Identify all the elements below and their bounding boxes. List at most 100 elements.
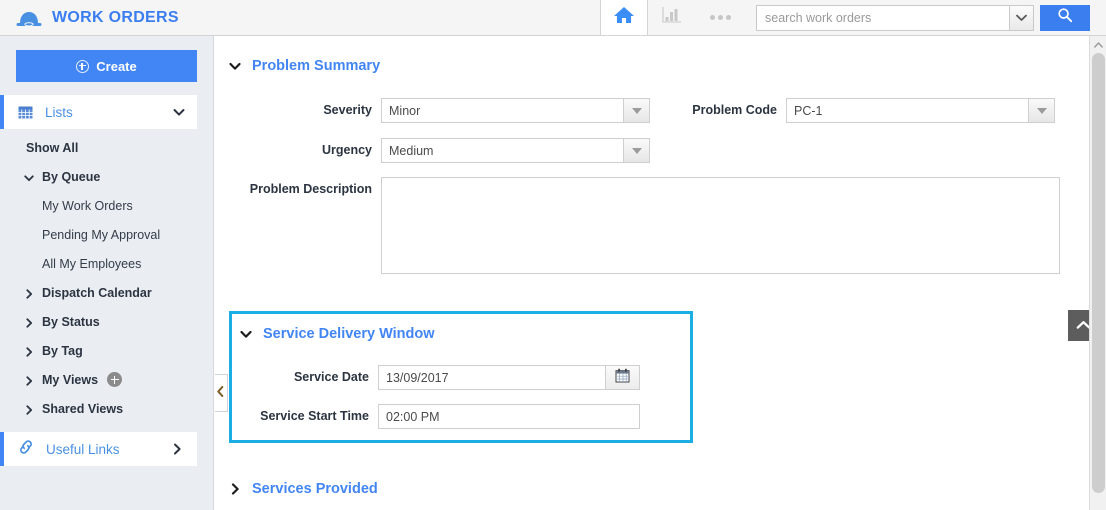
scrollbar-thumb[interactable] <box>1092 53 1105 493</box>
calendar-icon <box>615 368 630 388</box>
field-urgency: Urgency <box>229 138 650 163</box>
sidebar-item-useful-links-label: Useful Links <box>46 441 120 457</box>
chevron-left-icon <box>217 384 224 402</box>
more-dots-icon <box>709 15 731 20</box>
chevron-right-icon <box>24 288 34 299</box>
plus-circle-icon <box>76 59 90 73</box>
field-problem-description: Problem Description <box>229 177 1060 274</box>
problem-code-dropdown-button[interactable] <box>1029 98 1055 123</box>
chevron-right-icon <box>24 375 34 386</box>
search-icon <box>1057 7 1073 28</box>
problem-description-textarea[interactable] <box>381 177 1060 274</box>
sidebar-item-label: By Tag <box>42 343 83 358</box>
chevron-down-icon <box>229 60 241 72</box>
field-problem-code: Problem Code <box>677 98 1055 123</box>
bar-chart-icon <box>662 6 682 29</box>
sidebar-item-label: All My Employees <box>42 256 142 271</box>
brand: WORK ORDERS <box>0 0 179 36</box>
service-start-time-input[interactable] <box>378 404 640 429</box>
problem-code-control <box>786 98 1055 123</box>
charts-button[interactable] <box>648 0 696 35</box>
link-icon <box>18 439 34 459</box>
sidebar-item-pending-my-approval[interactable]: Pending My Approval <box>0 220 213 249</box>
severity-control <box>381 98 650 123</box>
service-date-input[interactable] <box>378 365 606 390</box>
urgency-control <box>381 138 650 163</box>
sidebar-item-dispatch-calendar[interactable]: Dispatch Calendar <box>0 278 213 307</box>
more-menu-button[interactable] <box>696 0 744 35</box>
severity-input[interactable] <box>381 98 624 123</box>
section-title-services-provided: Services Provided <box>252 481 378 497</box>
app-header: WORK ORDERS <box>0 0 1106 36</box>
chevron-right-icon <box>171 443 183 455</box>
sidebar-item-my-work-orders[interactable]: My Work Orders <box>0 191 213 220</box>
add-view-button[interactable] <box>107 372 123 387</box>
sidebar-item-label: My Views <box>42 372 99 387</box>
sidebar-item-my-views[interactable]: My Views <box>0 365 213 394</box>
service-date-control <box>378 365 640 390</box>
app-title: WORK ORDERS <box>52 8 179 26</box>
caret-down-icon <box>631 107 642 114</box>
urgency-input[interactable] <box>381 138 624 163</box>
main-content: Problem Summary Severity Problem Code <box>215 36 1106 510</box>
chevron-right-icon <box>24 317 34 328</box>
chevron-right-icon <box>24 404 34 415</box>
home-icon <box>613 5 635 30</box>
sidebar-item-label: Pending My Approval <box>42 227 161 242</box>
chevron-right-icon <box>24 346 34 357</box>
sidebar-collapse-handle[interactable] <box>215 374 228 412</box>
sidebar-item-show-all[interactable]: Show All <box>0 133 213 162</box>
sidebar-item-shared-views[interactable]: Shared Views <box>0 394 213 423</box>
sidebar-item-label: Dispatch Calendar <box>42 285 152 300</box>
sidebar-nav-list: Show All By Queue My Work Orders Pending… <box>0 133 213 423</box>
field-severity: Severity <box>229 98 650 123</box>
header-actions <box>600 0 1106 36</box>
problem-code-label: Problem Code <box>692 103 777 117</box>
sidebar-item-by-queue[interactable]: By Queue <box>0 162 213 191</box>
search-scope-dropdown[interactable] <box>1009 4 1034 31</box>
sidebar: Create Lists Show All By Queue My Work O… <box>0 36 214 510</box>
create-button[interactable]: Create <box>16 50 197 82</box>
hardhat-icon <box>16 8 42 28</box>
sidebar-item-label: By Status <box>42 314 100 329</box>
chevron-down-icon <box>173 106 185 118</box>
scrollbar-up-arrow[interactable] <box>1090 36 1106 53</box>
field-service-start-time: Service Start Time <box>240 404 640 429</box>
section-header-service-delivery-window[interactable]: Service Delivery Window <box>240 326 435 342</box>
section-service-delivery-window: Service Delivery Window Service Date 13/… <box>229 311 693 443</box>
search-button[interactable] <box>1040 4 1090 31</box>
field-service-date: Service Date <box>240 365 640 390</box>
service-date-calendar-button[interactable] <box>606 365 640 390</box>
service-date-label: Service Date <box>293 370 369 384</box>
chevron-right-icon <box>229 483 241 495</box>
grid-icon <box>18 106 33 119</box>
sidebar-item-lists-label: Lists <box>45 104 73 120</box>
severity-dropdown-button[interactable] <box>624 98 650 123</box>
service-start-time-control <box>378 404 640 429</box>
caret-down-icon <box>1036 107 1047 114</box>
caret-down-icon <box>631 147 642 154</box>
sidebar-item-label: Shared Views <box>42 401 124 416</box>
severity-label: Severity <box>323 103 372 117</box>
search-input[interactable] <box>756 4 1009 31</box>
sidebar-item-by-tag[interactable]: By Tag <box>0 336 213 365</box>
work-orders-app: WORK ORDERS search work orders Create Li… <box>0 0 1106 510</box>
section-header-services-provided[interactable]: Services Provided <box>229 481 378 497</box>
sidebar-item-all-my-employees[interactable]: All My Employees <box>0 249 213 278</box>
chevron-down-icon <box>1016 9 1027 27</box>
section-title-service-delivery-window: Service Delivery Window <box>263 326 435 342</box>
problem-description-label: Problem Description <box>249 182 372 196</box>
vertical-scrollbar[interactable] <box>1089 36 1106 510</box>
sidebar-item-label: Show All <box>26 140 79 155</box>
urgency-dropdown-button[interactable] <box>624 138 650 163</box>
chevron-down-icon <box>240 328 252 340</box>
urgency-label: Urgency <box>321 143 372 157</box>
sidebar-item-label: My Work Orders <box>42 198 133 213</box>
home-tab[interactable] <box>600 0 648 35</box>
sidebar-item-useful-links[interactable]: Useful Links <box>0 432 197 466</box>
problem-code-input[interactable] <box>786 98 1029 123</box>
section-title-problem-summary: Problem Summary <box>252 58 381 74</box>
sidebar-item-lists[interactable]: Lists <box>0 95 197 129</box>
section-header-problem-summary[interactable]: Problem Summary <box>229 58 380 74</box>
sidebar-item-by-status[interactable]: By Status <box>0 307 213 336</box>
